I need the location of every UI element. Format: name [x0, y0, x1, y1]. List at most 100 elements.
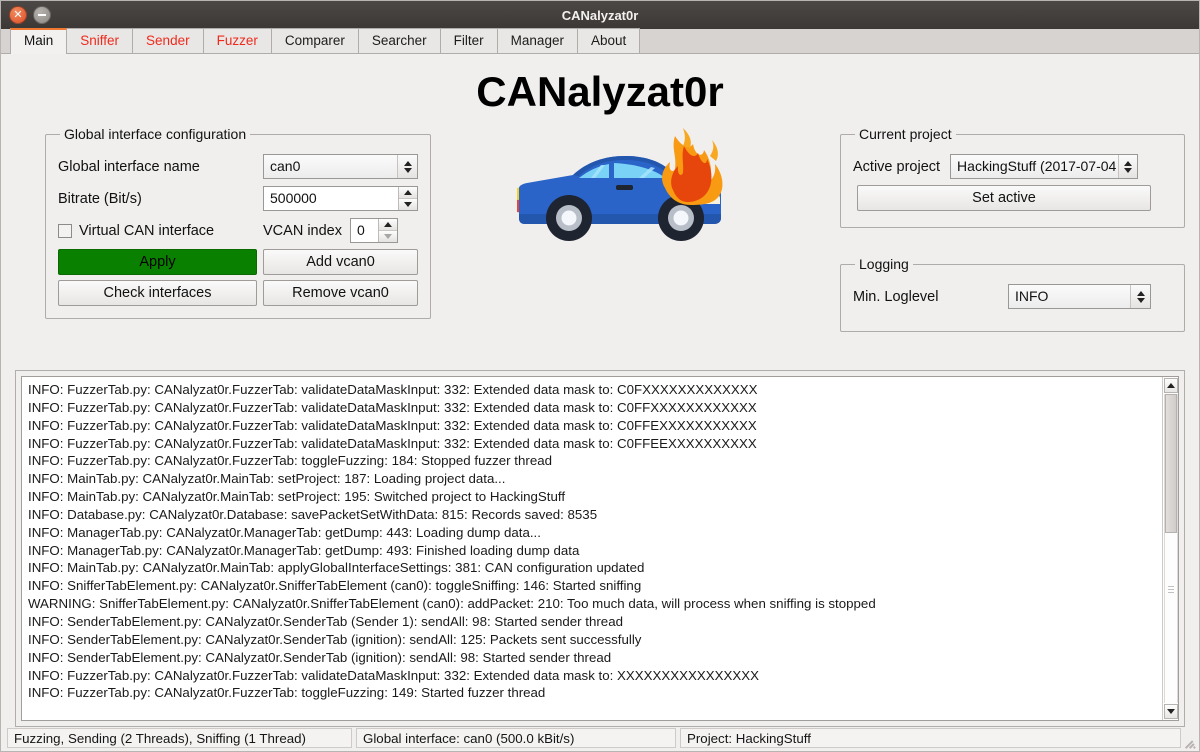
tab-searcher[interactable]: Searcher	[357, 28, 441, 53]
tab-filter[interactable]: Filter	[439, 28, 498, 53]
close-icon[interactable]: ✕	[9, 6, 27, 24]
active-project-label: Active project	[853, 158, 941, 175]
minimize-icon[interactable]	[33, 6, 51, 24]
group-legend-project: Current project	[859, 126, 952, 142]
row-loglevel: Min. Loglevel INFO	[853, 283, 1172, 310]
caret-up-icon	[1136, 290, 1145, 296]
check-interfaces-button[interactable]: Check interfaces	[58, 280, 257, 306]
bitrate-spinbox[interactable]: 500000	[263, 186, 418, 211]
log-scrollbar[interactable]	[1162, 377, 1178, 720]
combo-arrows-icon[interactable]	[1117, 155, 1138, 178]
scrollbar-track[interactable]	[1163, 394, 1178, 703]
current-project-group: Current project Active project HackingSt…	[840, 126, 1185, 228]
add-vcan-button[interactable]: Add vcan0	[263, 249, 418, 275]
tab-fuzzer[interactable]: Fuzzer	[202, 28, 272, 53]
log-line: INFO: FuzzerTab.py: CANalyzat0r.FuzzerTa…	[28, 382, 758, 397]
loglevel-combo[interactable]: INFO	[1008, 284, 1151, 309]
log-panel: INFO: FuzzerTab.py: CANalyzat0r.FuzzerTa…	[15, 370, 1185, 727]
log-line: INFO: SenderTabElement.py: CANalyzat0r.S…	[28, 631, 642, 647]
loglevel-value: INFO	[1015, 288, 1049, 304]
bitrate-value: 500000	[270, 190, 317, 206]
bitrate-step-up-button[interactable]	[399, 187, 417, 199]
scroll-up-button[interactable]	[1163, 378, 1178, 393]
log-output-box[interactable]: INFO: FuzzerTab.py: CANalyzat0r.FuzzerTa…	[21, 376, 1179, 721]
tab-comparer[interactable]: Comparer	[270, 28, 359, 53]
resize-grip-icon[interactable]	[1183, 735, 1197, 749]
group-legend-logging: Logging	[859, 256, 909, 272]
tab-main[interactable]: Main	[10, 28, 68, 54]
scrollbar-thumb[interactable]	[1164, 394, 1177, 534]
apply-button[interactable]: Apply	[58, 249, 257, 275]
bitrate-stepper[interactable]	[398, 187, 417, 210]
log-line: INFO: FuzzerTab.py: CANalyzat0r.FuzzerTa…	[28, 435, 757, 451]
log-line: INFO: SnifferTabElement.py: CANalyzat0r.…	[28, 578, 642, 594]
log-line: INFO: FuzzerTab.py: CANalyzat0r.FuzzerTa…	[28, 417, 757, 433]
interface-name-value: can0	[270, 158, 301, 174]
burning-car-svg	[516, 128, 722, 241]
virtual-can-checkbox-wrap[interactable]: Virtual CAN interface	[58, 223, 263, 239]
tab-sender[interactable]: Sender	[132, 28, 204, 53]
right-column: Current project Active project HackingSt…	[840, 126, 1185, 332]
vcan-index-stepper[interactable]	[377, 219, 397, 242]
caret-up-icon	[1166, 383, 1175, 388]
bitrate-step-down-button[interactable]	[399, 198, 417, 210]
combo-arrows-icon[interactable]	[1130, 285, 1150, 308]
log-line: INFO: FuzzerTab.py: CANalyzat0r.FuzzerTa…	[28, 667, 759, 683]
log-line: INFO: ManagerTab.py: CANalyzat0r.Manager…	[28, 542, 580, 558]
interface-name-label: Global interface name	[58, 158, 200, 175]
caret-up-icon	[404, 189, 412, 195]
log-line: INFO: SenderTabElement.py: CANalyzat0r.S…	[28, 649, 612, 665]
burning-car-illustration	[513, 126, 743, 256]
log-line: INFO: MainTab.py: CANalyzat0r.MainTab: a…	[28, 560, 645, 576]
window-controls: ✕	[9, 6, 51, 24]
active-project-combo[interactable]: HackingStuff (2017-07-04	[950, 154, 1139, 179]
virtual-can-checkbox[interactable]	[58, 223, 72, 238]
caret-up-icon	[403, 160, 412, 166]
vcan-step-down-button[interactable]	[378, 230, 397, 242]
scrollbar-grip-icon	[1167, 585, 1174, 593]
interface-name-combo[interactable]: can0	[263, 154, 418, 179]
tab-bar: Main Sniffer Sender Fuzzer Comparer Sear…	[1, 28, 1199, 54]
tab-sniffer[interactable]: Sniffer	[66, 28, 134, 53]
log-lines-container: INFO: FuzzerTab.py: CANalyzat0r.FuzzerTa…	[22, 377, 1162, 720]
log-line: INFO: ManagerTab.py: CANalyzat0r.Manager…	[28, 524, 541, 540]
vcan-index-spinbox[interactable]: 0	[349, 218, 398, 243]
status-project: Project: HackingStuff	[680, 728, 1181, 748]
vcan-index-value: 0	[356, 222, 365, 238]
active-project-value: HackingStuff (2017-07-04	[957, 158, 1117, 174]
virtual-can-label: Virtual CAN interface	[79, 222, 215, 239]
main-tab-content: CANalyzat0r Global interface configurati…	[1, 54, 1199, 751]
bitrate-label: Bitrate (Bit/s)	[58, 190, 142, 207]
combo-arrows-icon[interactable]	[397, 155, 417, 178]
tab-manager[interactable]: Manager	[496, 28, 578, 53]
row-active-project: Active project HackingStuff (2017-07-04	[853, 153, 1172, 180]
center-column	[415, 126, 840, 256]
row-interface-name: Global interface name can0	[58, 153, 418, 180]
log-line: INFO: MainTab.py: CANalyzat0r.MainTab: s…	[28, 489, 566, 505]
logging-group: Logging Min. Loglevel INFO	[840, 256, 1185, 332]
set-active-button[interactable]: Set active	[857, 185, 1151, 211]
caret-down-icon	[1136, 297, 1145, 303]
left-column: Global interface configuration Global in…	[15, 126, 431, 319]
global-interface-configuration-group: Global interface configuration Global in…	[45, 126, 431, 319]
caret-up-icon	[383, 221, 392, 227]
vcan-index-label: VCAN index	[263, 222, 342, 239]
row-bitrate: Bitrate (Bit/s) 500000	[58, 185, 418, 212]
caret-up-icon	[1123, 160, 1132, 166]
log-line: INFO: FuzzerTab.py: CANalyzat0r.FuzzerTa…	[28, 453, 552, 469]
window-title: CANalyzat0r	[561, 7, 639, 23]
log-line: INFO: FuzzerTab.py: CANalyzat0r.FuzzerTa…	[28, 685, 546, 701]
application-window: ✕ CANalyzat0r Main Sniffer Sender Fuzzer…	[0, 0, 1200, 752]
button-row-1: Apply Add vcan0	[58, 249, 418, 275]
row-vcan: Virtual CAN interface VCAN index 0	[58, 217, 418, 244]
loglevel-label: Min. Loglevel	[853, 288, 939, 305]
vcan-step-up-button[interactable]	[378, 219, 397, 231]
log-line: INFO: SenderTabElement.py: CANalyzat0r.S…	[28, 613, 623, 629]
caret-down-icon	[404, 201, 412, 207]
scroll-down-button[interactable]	[1163, 704, 1178, 719]
remove-vcan-button[interactable]: Remove vcan0	[263, 280, 418, 306]
caret-down-icon	[383, 233, 392, 239]
tab-about[interactable]: About	[576, 28, 641, 53]
caret-down-icon	[1123, 167, 1132, 173]
status-threads: Fuzzing, Sending (2 Threads), Sniffing (…	[7, 728, 352, 748]
